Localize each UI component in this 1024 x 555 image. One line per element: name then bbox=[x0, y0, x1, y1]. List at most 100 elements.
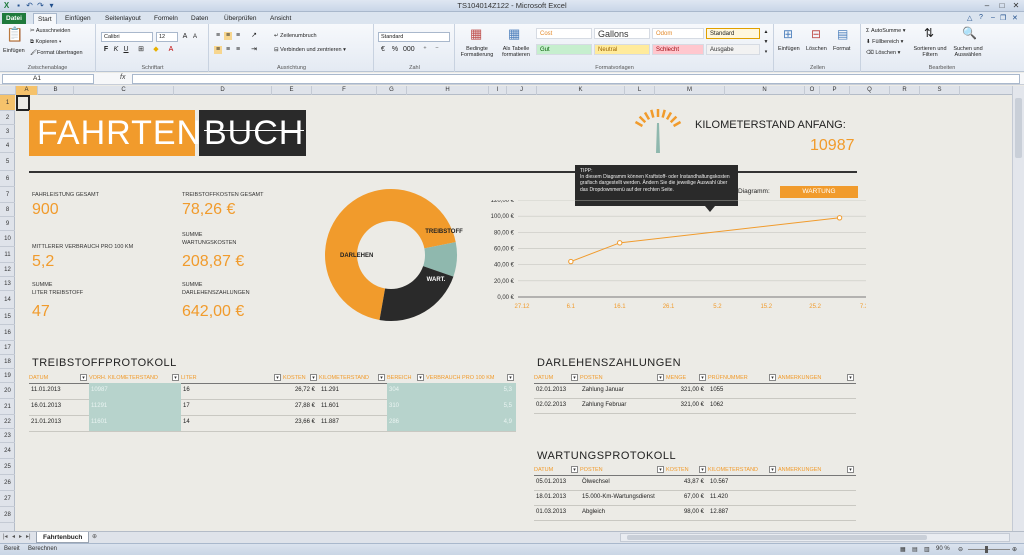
minimize-icon[interactable]: – bbox=[980, 0, 994, 11]
row-header-5[interactable]: 5 bbox=[0, 153, 15, 171]
row-header-7[interactable]: 7 bbox=[0, 187, 15, 203]
vertical-scroll-thumb[interactable] bbox=[1015, 98, 1022, 158]
tab-page-layout[interactable]: Seitenlayout bbox=[101, 13, 145, 24]
align-top-icon[interactable]: ≡ bbox=[214, 32, 222, 40]
maintenance-cell[interactable]: 11.420 bbox=[710, 493, 774, 501]
help-icon[interactable]: ? bbox=[979, 14, 983, 21]
number-format-select[interactable]: Standard bbox=[378, 32, 450, 42]
maintenance-cell[interactable]: 10.567 bbox=[710, 478, 774, 486]
fuel_log-cell[interactable]: 11.887 bbox=[321, 418, 383, 426]
conditional-format-button[interactable]: Bedingte Formatierung bbox=[458, 46, 496, 58]
format-painter-button[interactable]: 🖌Format übertragen bbox=[30, 50, 83, 56]
filter-dropdown-icon[interactable]: ▾ bbox=[310, 374, 317, 381]
zoom-out-icon[interactable]: ⊖ bbox=[958, 546, 963, 553]
filter-dropdown-icon[interactable]: ▾ bbox=[571, 374, 578, 381]
doc-restore-icon[interactable]: ❐ bbox=[1000, 14, 1006, 22]
gallery-down-icon[interactable]: ▼ bbox=[762, 38, 770, 46]
row-header-14[interactable]: 14 bbox=[0, 291, 15, 309]
cell-style-ausgabe[interactable]: Ausgabe bbox=[706, 44, 760, 55]
font-color-icon[interactable]: A bbox=[167, 46, 175, 54]
fuel_log-cell[interactable]: 11.601 bbox=[321, 402, 383, 410]
align-left-icon[interactable]: ≡ bbox=[214, 46, 222, 54]
underline-icon[interactable]: U bbox=[122, 46, 130, 54]
horizontal-scroll-thumb[interactable] bbox=[627, 535, 927, 540]
filter-dropdown-icon[interactable]: ▾ bbox=[769, 466, 776, 473]
fuel_log-cell[interactable]: 11.291 bbox=[321, 386, 383, 394]
tab-insert[interactable]: Einfügen bbox=[61, 13, 95, 24]
first-sheet-icon[interactable]: |◂ bbox=[3, 533, 8, 540]
status-calculate[interactable]: Berechnen bbox=[28, 546, 57, 552]
gallery-up-icon[interactable]: ▲ bbox=[762, 28, 770, 36]
row-header-18[interactable]: 18 bbox=[0, 355, 15, 369]
fuel_log-cell[interactable]: 4,9 bbox=[428, 418, 512, 426]
indent-icon[interactable]: ⇥ bbox=[250, 46, 258, 54]
row-header-20[interactable]: 20 bbox=[0, 383, 15, 399]
cell-style-odom[interactable]: Odom bbox=[652, 28, 704, 39]
page-layout-view-icon[interactable]: ▤ bbox=[912, 546, 918, 553]
filter-dropdown-icon[interactable]: ▾ bbox=[172, 374, 179, 381]
align-center-icon[interactable]: ≡ bbox=[224, 46, 232, 54]
row-header-6[interactable]: 6 bbox=[0, 171, 15, 187]
row-header-21[interactable]: 21 bbox=[0, 399, 15, 415]
align-bottom-icon[interactable]: ≡ bbox=[234, 32, 242, 40]
row-header-25[interactable]: 25 bbox=[0, 459, 15, 475]
currency-icon[interactable]: € bbox=[379, 46, 387, 54]
orientation-icon[interactable]: ↗ bbox=[250, 32, 258, 40]
filter-dropdown-icon[interactable]: ▾ bbox=[274, 374, 281, 381]
fuel_log-cell[interactable]: 11.01.2013 bbox=[31, 386, 85, 394]
increase-decimal-icon[interactable]: ⁺ bbox=[421, 46, 429, 54]
filter-dropdown-icon[interactable]: ▾ bbox=[571, 466, 578, 473]
maintenance-cell[interactable]: Abgleich bbox=[582, 508, 662, 516]
autosum-button[interactable]: Σ AutoSumme ▾ bbox=[866, 28, 906, 34]
column-header-e[interactable]: E bbox=[272, 86, 312, 95]
column-header-o[interactable]: O bbox=[805, 86, 820, 95]
page-break-view-icon[interactable]: ▥ bbox=[924, 546, 930, 553]
zoom-in-icon[interactable]: ⊕ bbox=[1012, 546, 1017, 553]
select-all-corner[interactable] bbox=[0, 86, 16, 95]
tab-review[interactable]: Überprüfen bbox=[220, 13, 261, 24]
maintenance-cell[interactable]: 18.01.2013 bbox=[536, 493, 576, 501]
doc-close-icon[interactable]: ✕ bbox=[1012, 14, 1018, 22]
fuel_log-cell[interactable]: 23,66 € bbox=[285, 418, 315, 426]
sheet-tab-fahrtenbuch[interactable]: Fahrtenbuch bbox=[36, 532, 90, 543]
filter-dropdown-icon[interactable]: ▾ bbox=[507, 374, 514, 381]
row-header-27[interactable]: 27 bbox=[0, 491, 15, 507]
loan-cell[interactable]: 02.02.2013 bbox=[536, 401, 576, 409]
maintenance-cell[interactable]: 67,00 € bbox=[668, 493, 704, 501]
cell-style-gut[interactable]: Gut bbox=[536, 44, 592, 55]
filter-dropdown-icon[interactable]: ▾ bbox=[847, 374, 854, 381]
fuel_log-cell[interactable]: 16 bbox=[183, 386, 279, 394]
column-header-g[interactable]: G bbox=[377, 86, 407, 95]
tab-view[interactable]: Ansicht bbox=[266, 13, 295, 24]
cell-style-gallons[interactable]: Gallons bbox=[594, 28, 650, 39]
format-cells-button[interactable]: Format bbox=[833, 46, 850, 52]
font-size-select[interactable]: 12 bbox=[156, 32, 178, 42]
row-header-19[interactable]: 19 bbox=[0, 369, 15, 383]
paste-button[interactable]: Einfügen bbox=[3, 48, 25, 54]
filter-dropdown-icon[interactable]: ▾ bbox=[769, 374, 776, 381]
column-header-h[interactable]: H bbox=[407, 86, 489, 95]
column-header-k[interactable]: K bbox=[537, 86, 625, 95]
doc-minimize-icon[interactable]: – bbox=[991, 14, 995, 21]
column-header-i[interactable]: I bbox=[489, 86, 507, 95]
new-sheet-icon[interactable]: ⊕ bbox=[92, 533, 97, 540]
column-header-a[interactable]: A bbox=[16, 86, 38, 95]
find-select-button[interactable]: Suchen und Auswählen bbox=[950, 46, 986, 58]
column-header-l[interactable]: L bbox=[625, 86, 655, 95]
loan-cell[interactable]: 02.01.2013 bbox=[536, 386, 576, 394]
column-header-s[interactable]: S bbox=[920, 86, 960, 95]
row-header-26[interactable]: 26 bbox=[0, 475, 15, 491]
row-header-10[interactable]: 10 bbox=[0, 231, 15, 247]
row-header-28[interactable]: 28 bbox=[0, 507, 15, 523]
filter-dropdown-icon[interactable]: ▾ bbox=[699, 374, 706, 381]
row-header-16[interactable]: 16 bbox=[0, 325, 15, 341]
italic-icon[interactable]: K bbox=[112, 46, 120, 54]
name-box[interactable]: A1 bbox=[2, 74, 94, 84]
column-header-d[interactable]: D bbox=[174, 86, 272, 95]
column-header-f[interactable]: F bbox=[312, 86, 377, 95]
fuel_log-cell[interactable]: 16.01.2013 bbox=[31, 402, 85, 410]
align-right-icon[interactable]: ≡ bbox=[234, 46, 242, 54]
shrink-font-icon[interactable]: A bbox=[191, 33, 199, 41]
sort-filter-button[interactable]: Sortieren und Filtern bbox=[912, 46, 948, 58]
format-as-table-button[interactable]: Als Tabelle formatieren bbox=[498, 46, 534, 58]
